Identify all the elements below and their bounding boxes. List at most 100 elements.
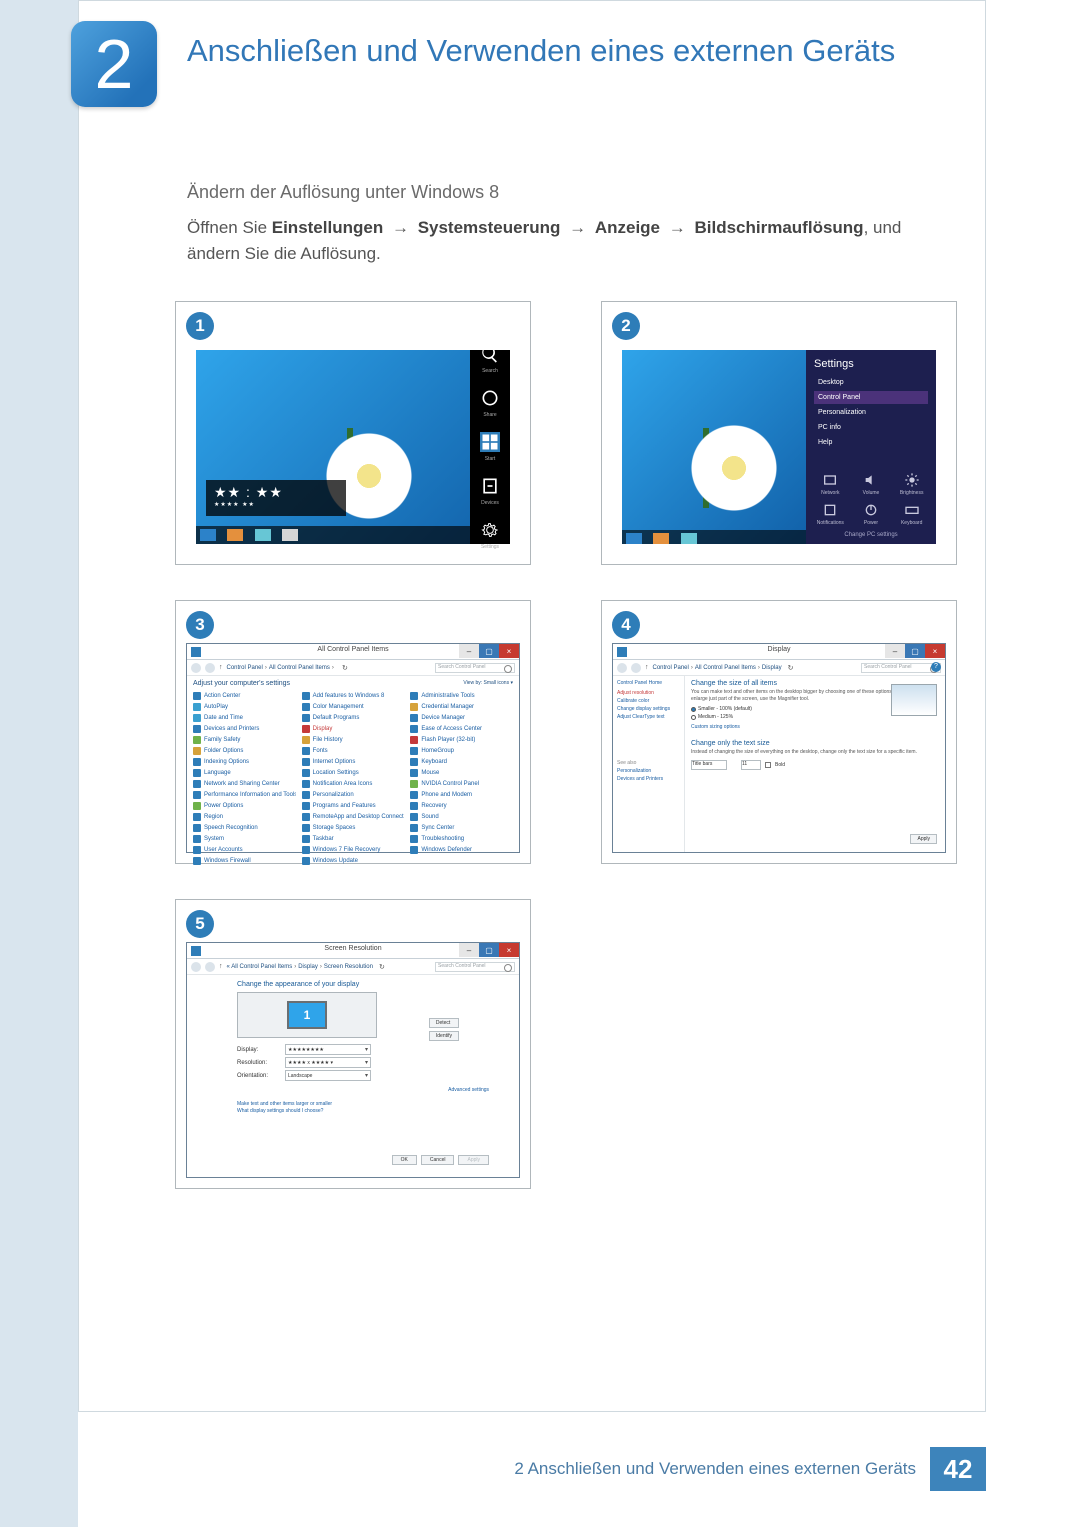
tile-network[interactable]: Network	[814, 472, 847, 496]
taskbar-icon[interactable]	[200, 529, 216, 541]
close-button[interactable]: ×	[499, 644, 519, 658]
resolution-dropdown[interactable]: ★★★★ x ★★★★ ▾	[285, 1057, 371, 1068]
control-panel-item[interactable]: RemoteApp and Desktop Connections	[302, 812, 405, 822]
viewby-selector[interactable]: View by: Small icons ▾	[463, 680, 513, 687]
tile-keyboard[interactable]: Keyboard	[895, 502, 928, 526]
control-panel-item[interactable]: Flash Player (32-bit)	[410, 735, 513, 745]
refresh-icon[interactable]: ↻	[786, 664, 796, 672]
nav-forward-button[interactable]	[205, 962, 215, 972]
tile-power[interactable]: Power	[855, 502, 888, 526]
control-panel-item[interactable]: File History	[302, 735, 405, 745]
control-panel-item[interactable]: Programs and Features	[302, 801, 405, 811]
settings-item-personalization[interactable]: Personalization	[814, 406, 928, 419]
minimize-button[interactable]: –	[459, 644, 479, 658]
control-panel-item[interactable]: Performance Information and Tools	[193, 790, 296, 800]
taskbar-icon[interactable]	[681, 533, 697, 544]
make-text-larger-link[interactable]: Make text and other items larger or smal…	[237, 1101, 489, 1107]
settings-item-help[interactable]: Help	[814, 436, 928, 449]
share-charm-icon[interactable]	[480, 388, 500, 408]
minimize-button[interactable]: –	[459, 943, 479, 957]
tile-notifications[interactable]: Notifications	[814, 502, 847, 526]
change-pc-settings-link[interactable]: Change PC settings	[814, 532, 928, 538]
control-panel-item[interactable]: Action Center	[193, 691, 296, 701]
identify-button[interactable]: Identify	[429, 1031, 459, 1041]
settings-item-control-panel[interactable]: Control Panel	[814, 391, 928, 404]
control-panel-item[interactable]: Personalization	[302, 790, 405, 800]
ok-button[interactable]: OK	[392, 1155, 417, 1165]
custom-sizing-link[interactable]: Custom sizing options	[691, 724, 939, 730]
settings-charm-icon[interactable]	[480, 520, 500, 540]
control-panel-item[interactable]: Windows Update	[302, 856, 405, 866]
control-panel-item[interactable]: Folder Options	[193, 746, 296, 756]
side-link-cleartype[interactable]: Adjust ClearType text	[617, 714, 680, 720]
devices-charm-icon[interactable]	[480, 476, 500, 496]
start-charm-icon[interactable]	[480, 432, 500, 452]
nav-back-button[interactable]	[191, 962, 201, 972]
control-panel-item[interactable]: NVIDIA Control Panel	[410, 779, 513, 789]
control-panel-item[interactable]: Internet Options	[302, 757, 405, 767]
bold-checkbox[interactable]	[765, 762, 771, 768]
control-panel-item[interactable]: Recovery	[410, 801, 513, 811]
minimize-button[interactable]: –	[885, 644, 905, 658]
nav-forward-button[interactable]	[631, 663, 641, 673]
breadcrumb[interactable]: Control Panel›All Control Panel Items›Di…	[653, 665, 782, 671]
control-panel-item[interactable]: AutoPlay	[193, 702, 296, 712]
control-panel-item[interactable]: Taskbar	[302, 834, 405, 844]
control-panel-item[interactable]: Ease of Access Center	[410, 724, 513, 734]
control-panel-item[interactable]: Windows Firewall	[193, 856, 296, 866]
cancel-button[interactable]: Cancel	[421, 1155, 455, 1165]
control-panel-item[interactable]: Language	[193, 768, 296, 778]
control-panel-item[interactable]: Network and Sharing Center	[193, 779, 296, 789]
search-charm-icon[interactable]	[480, 344, 500, 364]
taskbar[interactable]	[196, 526, 470, 544]
detect-button[interactable]: Detect	[429, 1018, 459, 1028]
control-panel-item[interactable]: Mouse	[410, 768, 513, 778]
control-panel-item[interactable]: Indexing Options	[193, 757, 296, 767]
refresh-icon[interactable]: ↻	[377, 963, 387, 971]
see-also-link[interactable]: Personalization	[617, 768, 680, 774]
control-panel-item[interactable]: Display	[302, 724, 405, 734]
tile-volume[interactable]: Volume	[855, 472, 888, 496]
control-panel-item[interactable]: Date and Time	[193, 713, 296, 723]
control-panel-item[interactable]: Speech Recognition	[193, 823, 296, 833]
control-panel-item[interactable]: Windows 7 File Recovery	[302, 845, 405, 855]
close-button[interactable]: ×	[925, 644, 945, 658]
search-input[interactable]: Search Control Panel	[435, 663, 515, 673]
control-panel-item[interactable]: Color Management	[302, 702, 405, 712]
control-panel-item[interactable]: Sync Center	[410, 823, 513, 833]
what-settings-link[interactable]: What display settings should I choose?	[237, 1108, 489, 1114]
control-panel-item[interactable]: Phone and Modem	[410, 790, 513, 800]
side-link-calibrate[interactable]: Calibrate color	[617, 698, 680, 704]
control-panel-item[interactable]: Administrative Tools	[410, 691, 513, 701]
size-dropdown[interactable]: 11	[741, 760, 761, 770]
advanced-settings-link[interactable]: Advanced settings	[237, 1087, 489, 1093]
taskbar-icon[interactable]	[255, 529, 271, 541]
control-panel-item[interactable]: Region	[193, 812, 296, 822]
close-button[interactable]: ×	[499, 943, 519, 957]
control-panel-home-link[interactable]: Control Panel Home	[617, 680, 680, 686]
refresh-icon[interactable]: ↻	[340, 664, 350, 672]
side-link-adjust-resolution[interactable]: Adjust resolution	[617, 690, 680, 696]
settings-item-pcinfo[interactable]: PC info	[814, 421, 928, 434]
control-panel-item[interactable]: Sound	[410, 812, 513, 822]
control-panel-item[interactable]: Storage Spaces	[302, 823, 405, 833]
item-dropdown[interactable]: Title bars	[691, 760, 727, 770]
control-panel-item[interactable]: Device Manager	[410, 713, 513, 723]
taskbar-icon[interactable]	[227, 529, 243, 541]
maximize-button[interactable]: ▢	[479, 943, 499, 957]
nav-back-button[interactable]	[191, 663, 201, 673]
settings-item-desktop[interactable]: Desktop	[814, 376, 928, 389]
control-panel-item[interactable]: Credential Manager	[410, 702, 513, 712]
control-panel-item[interactable]: Default Programs	[302, 713, 405, 723]
control-panel-item[interactable]: Keyboard	[410, 757, 513, 767]
see-also-link[interactable]: Devices and Printers	[617, 776, 680, 782]
maximize-button[interactable]: ▢	[905, 644, 925, 658]
taskbar-icon[interactable]	[626, 533, 642, 544]
breadcrumb[interactable]: « All Control Panel Items›Display›Screen…	[227, 964, 373, 970]
control-panel-item[interactable]: Add features to Windows 8	[302, 691, 405, 701]
monitor-preview[interactable]: 1	[287, 1001, 327, 1029]
search-input[interactable]: Search Control Panel	[435, 962, 515, 972]
control-panel-item[interactable]: Fonts	[302, 746, 405, 756]
display-dropdown[interactable]: ★★★★★★★★	[285, 1044, 371, 1055]
nav-forward-button[interactable]	[205, 663, 215, 673]
